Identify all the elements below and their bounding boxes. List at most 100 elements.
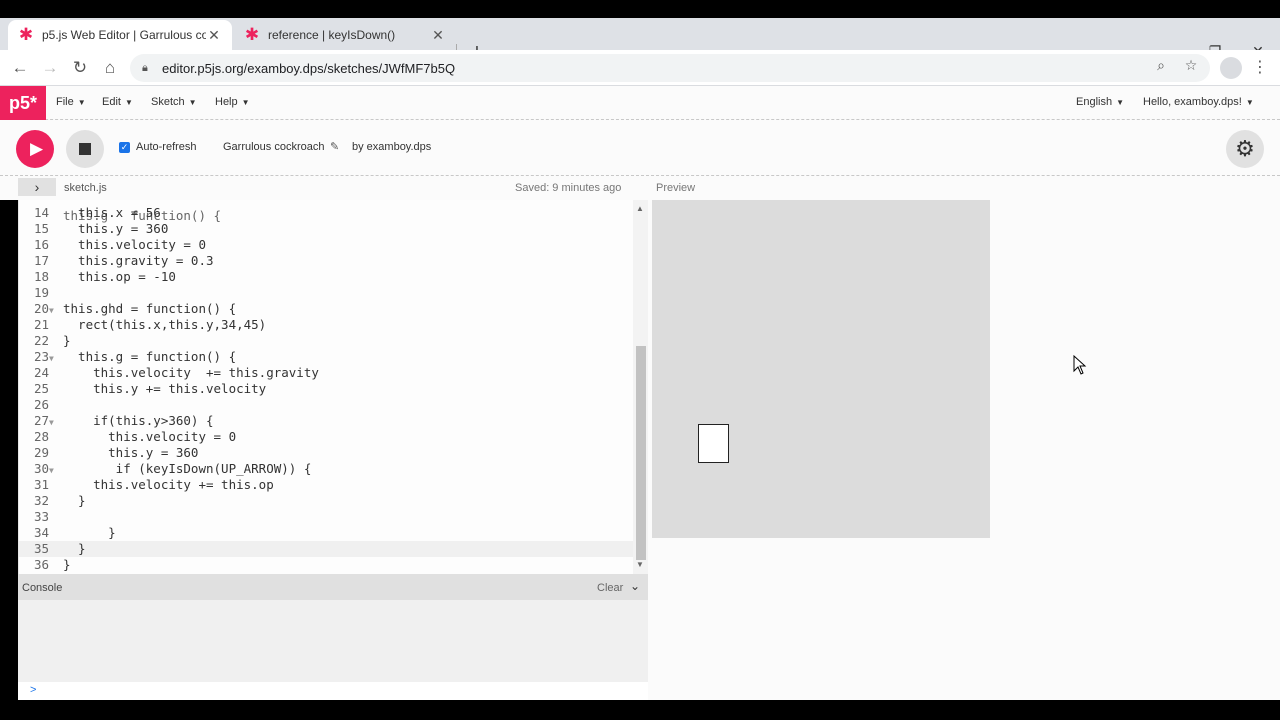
line-number: 15: [33, 221, 49, 236]
close-tab-icon[interactable]: ✕: [430, 27, 446, 44]
code-line[interactable]: 26: [19, 397, 633, 413]
close-tab-icon[interactable]: ✕: [206, 27, 222, 44]
console-header: Console Clear ⌄: [18, 574, 648, 600]
tab-title: reference | keyIsDown(): [268, 28, 396, 42]
chevron-right-icon: ›: [34, 179, 40, 195]
code-line[interactable]: 35 }: [19, 541, 633, 557]
code-line[interactable]: 19: [19, 285, 633, 301]
code-line[interactable]: 32 }: [19, 493, 633, 509]
preview-label: Preview: [656, 182, 696, 194]
code-text: this.velocity = 0: [63, 429, 237, 444]
p5-favicon-icon: ✱: [244, 25, 260, 44]
line-number: 16: [33, 237, 49, 252]
forward-arrow-icon[interactable]: →: [38, 56, 62, 80]
lock-icon: 🔒︎: [142, 62, 148, 74]
editor-scrollbar[interactable]: ▲ ▼: [633, 200, 648, 574]
console-clear-button[interactable]: Clear: [597, 582, 623, 594]
code-line[interactable]: 20▼ this.ghd = function() {: [19, 301, 633, 317]
line-number: 27: [33, 413, 49, 428]
code-line[interactable]: 25 this.y += this.velocity: [19, 381, 633, 397]
code-text: this.x = 56: [63, 205, 161, 220]
code-line[interactable]: 23▼ this.g = function() {: [19, 349, 633, 365]
code-text: this.ghd = function() {: [63, 301, 237, 316]
collapse-chevron-icon[interactable]: ⌄: [630, 579, 640, 593]
code-line[interactable]: 16 this.velocity = 0: [19, 237, 633, 253]
code-line[interactable]: 24 this.velocity += this.gravity: [19, 365, 633, 381]
language-menu[interactable]: English ▼: [1076, 96, 1124, 108]
expand-sidebar-button[interactable]: ›: [18, 178, 56, 196]
back-arrow-icon[interactable]: ←: [8, 56, 32, 80]
browser-tab-strip: ✱ p5.js Web Editor | Garrulous cock ✕ ✱ …: [0, 18, 1280, 63]
settings-gear-icon[interactable]: ⚙: [1226, 130, 1264, 168]
menu-file[interactable]: File ▼: [56, 96, 86, 108]
code-line[interactable]: 30▼ if (keyIsDown(UP_ARROW)) {: [19, 461, 633, 477]
scroll-thumb[interactable]: [636, 346, 646, 560]
code-line[interactable]: 15 this.y = 360: [19, 221, 633, 237]
code-text: if(this.y>360) {: [63, 413, 214, 428]
code-text: }: [63, 557, 71, 572]
code-line[interactable]: 29 this.y = 360: [19, 445, 633, 461]
code-line[interactable]: 22}: [19, 333, 633, 349]
saved-status: Saved: 9 minutes ago: [515, 182, 622, 194]
line-number: 23: [33, 349, 49, 364]
code-line[interactable]: 34 }: [19, 525, 633, 541]
p5-logo[interactable]: p5*: [0, 86, 46, 120]
code-line[interactable]: 36}: [19, 557, 633, 573]
line-number: 33: [33, 509, 49, 524]
stop-icon: [79, 143, 91, 155]
address-url: editor.p5js.org/examboy.dps/sketches/JWf…: [162, 60, 456, 76]
line-number: 30: [33, 461, 49, 476]
user-greeting: Hello, examboy.dps!: [1143, 96, 1242, 108]
console-input[interactable]: >: [18, 682, 648, 700]
code-line[interactable]: 17 this.gravity = 0.3: [19, 253, 633, 269]
line-number: 28: [33, 429, 49, 444]
code-line[interactable]: 14 this.x = 56: [19, 205, 633, 221]
scroll-up-icon[interactable]: ▲: [636, 204, 644, 213]
code-line[interactable]: 28 this.velocity = 0: [19, 429, 633, 445]
browser-tab-p5-editor[interactable]: ✱ p5.js Web Editor | Garrulous cock ✕: [8, 20, 232, 50]
profile-avatar-icon[interactable]: [1220, 57, 1242, 79]
preview-canvas[interactable]: [652, 200, 990, 538]
code-text: }: [63, 541, 86, 556]
code-text: }: [63, 493, 86, 508]
code-text: this.gravity = 0.3: [63, 253, 214, 268]
menu-edit-label: Edit: [102, 96, 121, 108]
code-editor[interactable]: this.g function() { 14 this.x = 56 15 thi…: [18, 200, 648, 574]
checkbox-checked-icon[interactable]: ✓: [119, 141, 130, 153]
code-line[interactable]: 18 this.op = -10: [19, 269, 633, 285]
browser-menu-icon[interactable]: ⋮: [1252, 56, 1268, 80]
scroll-down-icon[interactable]: ▼: [636, 560, 644, 569]
code-text: }: [63, 525, 116, 540]
play-button[interactable]: ▶: [16, 130, 54, 168]
code-line[interactable]: 27▼ if(this.y>360) {: [19, 413, 633, 429]
letterbox-bottom: [0, 700, 1280, 720]
stop-button[interactable]: [66, 130, 104, 168]
console-label: Console: [22, 582, 63, 594]
menu-help[interactable]: Help ▼: [215, 96, 250, 108]
home-icon[interactable]: ⌂: [98, 56, 122, 80]
code-line[interactable]: 21 rect(this.x,this.y,34,45): [19, 317, 633, 333]
p5-favicon-icon: ✱: [18, 25, 34, 44]
browser-tab-reference[interactable]: ✱ reference | keyIsDown() ✕: [234, 20, 456, 50]
reload-icon[interactable]: ↻: [68, 56, 92, 80]
menu-sketch[interactable]: Sketch ▼: [151, 96, 197, 108]
user-menu[interactable]: Hello, examboy.dps! ▼: [1143, 96, 1254, 108]
edit-pencil-icon[interactable]: ✎: [330, 140, 339, 153]
line-number: 19: [33, 285, 49, 300]
zoom-icon[interactable]: ⌕: [1150, 54, 1172, 76]
console-prompt: >: [30, 684, 37, 696]
code-line[interactable]: 33: [19, 509, 633, 525]
code-line[interactable]: 31 this.velocity += this.op: [19, 477, 633, 493]
chevron-down-icon: ▼: [1116, 98, 1124, 107]
sketch-name[interactable]: Garrulous cockroach: [223, 141, 325, 153]
code-text: this.op = -10: [63, 269, 176, 284]
p5-toolbar: ▶ ✓ Auto-refresh Garrulous cockroach ✎ b…: [0, 120, 1280, 176]
menu-help-label: Help: [215, 96, 238, 108]
file-bar: › sketch.js Saved: 9 minutes ago Preview: [0, 176, 1280, 200]
sketch-author[interactable]: by examboy.dps: [352, 141, 431, 153]
menu-edit[interactable]: Edit ▼: [102, 96, 133, 108]
line-number: 21: [33, 317, 49, 332]
address-bar[interactable]: 🔒︎ editor.p5js.org/examboy.dps/sketches/…: [130, 54, 1210, 82]
auto-refresh-toggle[interactable]: ✓ Auto-refresh: [119, 141, 197, 153]
bookmark-star-icon[interactable]: ☆: [1180, 54, 1202, 76]
